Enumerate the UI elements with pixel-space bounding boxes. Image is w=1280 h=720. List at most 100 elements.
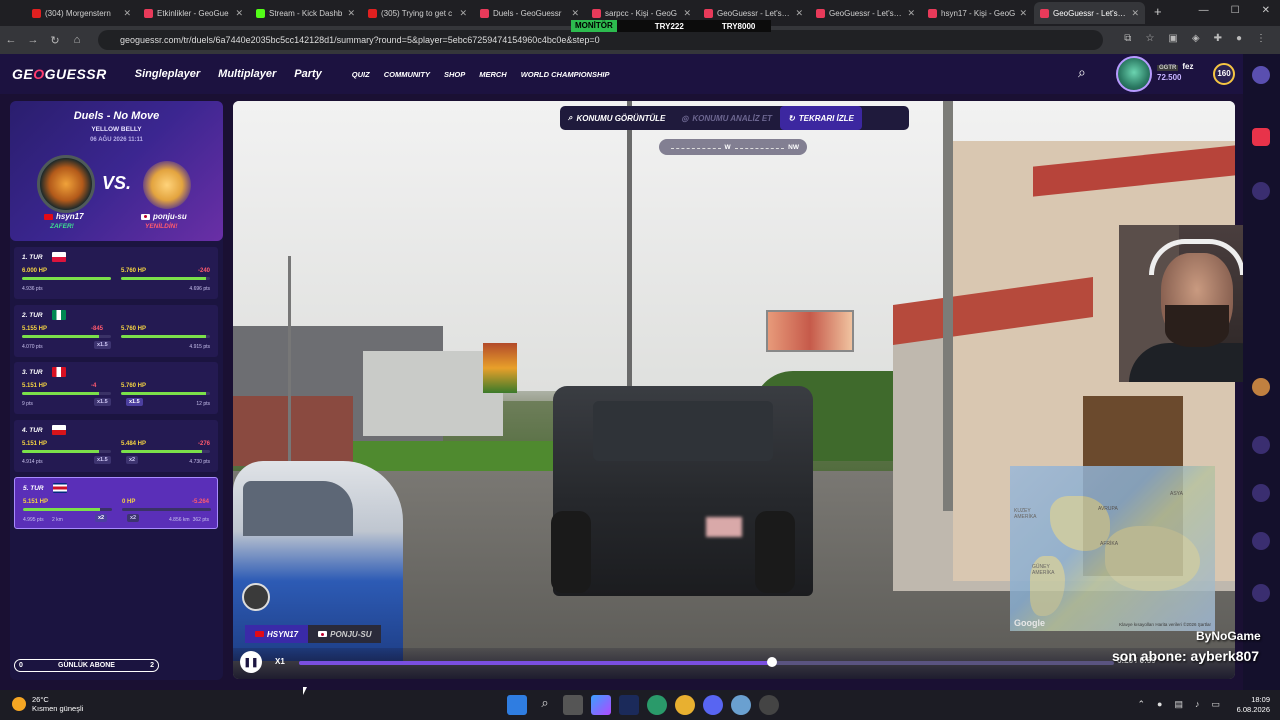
forward-icon[interactable]: → xyxy=(22,34,44,46)
sidebar-app-icon[interactable] xyxy=(1252,532,1270,550)
photoshop-icon[interactable] xyxy=(619,695,639,715)
sidebar-app-icon[interactable] xyxy=(1252,182,1270,200)
system-clock[interactable]: 18:09 6.08.2026 xyxy=(1237,695,1270,715)
mic-icon[interactable]: ● xyxy=(1157,699,1162,710)
guess-minimap[interactable]: AVRUPA ASYA AFRİKA KUZEY AMERİKA GÜNEY A… xyxy=(1010,466,1215,631)
player2-name[interactable]: ponju-su xyxy=(141,212,187,221)
task-view-icon[interactable] xyxy=(563,695,583,715)
user-avatar[interactable] xyxy=(1116,56,1152,92)
browser-tab[interactable]: GeoGuessr - Let's ex ✕ xyxy=(1034,2,1145,24)
new-tab-button[interactable]: + xyxy=(1154,4,1162,19)
browser-tab[interactable]: hsyn17 - Kişi - GeoG ✕ xyxy=(922,2,1033,24)
puzzle-icon[interactable]: ✚ xyxy=(1214,33,1222,44)
tab-close-icon[interactable]: ✕ xyxy=(1131,8,1139,19)
tab-close-icon[interactable]: ✕ xyxy=(459,8,467,19)
round-card[interactable]: 2. TUR 5.155 HP -845 5.760 HP 4.070 pts 4.915… xyxy=(14,304,218,357)
bookmark-star-icon[interactable]: ☆ xyxy=(1145,33,1154,44)
sidebar-app-icon[interactable] xyxy=(1252,584,1270,602)
volume-icon[interactable]: ♪ xyxy=(1195,699,1200,710)
nav-singleplayer[interactable]: Singleplayer xyxy=(135,68,200,80)
nav-community[interactable]: COMMUNITY xyxy=(384,70,430,79)
compass-rose-icon[interactable] xyxy=(242,583,270,611)
geoguessr-logo[interactable]: GEOGUESSR xyxy=(12,66,107,82)
tray-chevron-icon[interactable]: ⌃ xyxy=(1137,699,1145,710)
sidebar-app-icon[interactable] xyxy=(1252,484,1270,502)
tab-close-icon[interactable]: ✕ xyxy=(683,8,691,19)
tab-close-icon[interactable]: ✕ xyxy=(571,8,579,19)
watch-replay-label: TEKRARI İZLE xyxy=(798,113,854,123)
extension-icon[interactable]: ▣ xyxy=(1168,33,1177,44)
street-view[interactable]: ⌕ KONUMU GÖRÜNTÜLE ◎ KONUMU ANALİZ ET ↻ TEK… xyxy=(233,101,1235,679)
player2-tab[interactable]: PONJU-SU xyxy=(308,625,382,643)
browser-tab[interactable]: (305) Trying to get c ✕ xyxy=(362,2,473,24)
browser-tab[interactable]: Stream - Kick Dashb ✕ xyxy=(250,2,361,24)
edge-icon[interactable] xyxy=(647,695,667,715)
replay-progress-track[interactable] xyxy=(299,661,1114,665)
browser-tab[interactable]: (304) Morgenstern ✕ xyxy=(26,2,137,24)
player1-name[interactable]: hsyn17 xyxy=(44,212,84,221)
sidebar-app-icon[interactable] xyxy=(1252,66,1270,84)
round-card[interactable]: 3. TUR 5.151 HP -4 5.760 HP 9 pts 12 pts x1.5 x… xyxy=(14,362,218,414)
url-field[interactable]: geoguessr.com/tr/duels/6a7440e2035bc5cc1… xyxy=(98,30,1103,50)
nav-world-championship[interactable]: WORLD CHAMPIONSHIP xyxy=(521,70,610,79)
map-asia-africa xyxy=(1105,526,1200,591)
round-title: 1. TUR xyxy=(22,254,43,261)
player2-avatar[interactable] xyxy=(143,161,191,209)
battery-icon[interactable]: ▭ xyxy=(1211,699,1220,710)
nav-shop[interactable]: SHOP xyxy=(444,70,465,79)
shield-icon[interactable]: ◈ xyxy=(1192,33,1200,44)
tab-close-icon[interactable]: ✕ xyxy=(795,8,803,19)
playback-speed[interactable]: X1 xyxy=(275,657,285,666)
discord-icon[interactable] xyxy=(703,695,723,715)
copilot-icon[interactable] xyxy=(591,695,611,715)
player1-hp: 5.155 HP xyxy=(22,325,48,332)
search-icon[interactable]: ⌕ xyxy=(535,695,555,715)
search-icon[interactable]: ⌕ xyxy=(1078,64,1086,81)
nav-quiz[interactable]: QUIZ xyxy=(352,70,370,79)
round-title: 3. TUR xyxy=(22,369,43,376)
browser-tab[interactable]: GeoGuessr - Let's ex ✕ xyxy=(810,2,921,24)
sidebar-app-icon[interactable] xyxy=(1252,128,1270,146)
browser-tab[interactable]: Duels - GeoGuessr ✕ xyxy=(474,2,585,24)
user-info[interactable]: GGTR fez 72.500 xyxy=(1157,62,1193,82)
close-window-icon[interactable]: ✕ xyxy=(1262,5,1270,16)
player1-tab[interactable]: HSYN17 xyxy=(245,625,309,643)
weather-widget[interactable]: 26°C Kısmen güneşli xyxy=(12,695,83,713)
obs-icon[interactable] xyxy=(759,695,779,715)
minimize-icon[interactable]: — xyxy=(1199,5,1209,16)
nav-merch[interactable]: MERCH xyxy=(479,70,507,79)
round-card[interactable]: 4. TUR 5.151 HP 5.484 HP -276 4.914 pts 4.730… xyxy=(14,419,218,472)
network-icon[interactable]: ▤ xyxy=(1174,699,1183,710)
browser-tab[interactable]: Etkinlikler - GeoGue ✕ xyxy=(138,2,249,24)
back-icon[interactable]: ← xyxy=(0,34,22,46)
player1-avatar[interactable] xyxy=(37,155,95,213)
tab-close-icon[interactable]: ✕ xyxy=(235,8,243,19)
menu-dots-icon[interactable]: ⋮ xyxy=(1256,33,1266,44)
replay-controls: ❚❚ X1 6:26 / 6:59 xyxy=(233,648,1235,679)
chrome-icon[interactable] xyxy=(675,695,695,715)
view-location-button[interactable]: ⌕ KONUMU GÖRÜNTÜLE xyxy=(560,106,673,130)
tab-close-icon[interactable]: ✕ xyxy=(1019,8,1027,19)
analyze-location-button[interactable]: ◎ KONUMU ANALİZ ET xyxy=(673,106,780,130)
windows-start-icon[interactable] xyxy=(507,695,527,715)
tab-close-icon[interactable]: ✕ xyxy=(123,8,131,19)
replay-progress-knob[interactable] xyxy=(766,657,777,667)
profile-icon[interactable]: ● xyxy=(1236,33,1242,44)
tab-close-icon[interactable]: ✕ xyxy=(907,8,915,19)
sidebar-app-icon[interactable] xyxy=(1252,436,1270,454)
round-card[interactable]: 5. TUR 5.151 HP 0 HP -5.264 4.995 pts 362 pts… xyxy=(14,477,218,529)
reload-icon[interactable]: ↻ xyxy=(44,34,66,47)
tab-close-icon[interactable]: ✕ xyxy=(347,8,355,19)
tab-title: GeoGuessr - Let's ex xyxy=(717,8,792,18)
nav-multiplayer[interactable]: Multiplayer xyxy=(218,68,276,80)
sidebar-app-icon[interactable] xyxy=(1252,378,1270,396)
install-icon[interactable]: ⧉ xyxy=(1124,33,1131,44)
home-icon[interactable]: ⌂ xyxy=(66,34,88,46)
round-card[interactable]: 1. TUR 6.000 HP 5.760 HP -240 4.936 pts 4.696… xyxy=(14,247,218,299)
map-attribution[interactable]: Klavye kısayolları Harita verileri ©2026… xyxy=(1119,622,1211,627)
maximize-icon[interactable]: ☐ xyxy=(1231,5,1240,16)
nav-party[interactable]: Party xyxy=(294,68,322,80)
settings-app-icon[interactable] xyxy=(731,695,751,715)
pause-button[interactable]: ❚❚ xyxy=(240,651,262,673)
watch-replay-button[interactable]: ↻ TEKRARI İZLE xyxy=(780,106,862,130)
